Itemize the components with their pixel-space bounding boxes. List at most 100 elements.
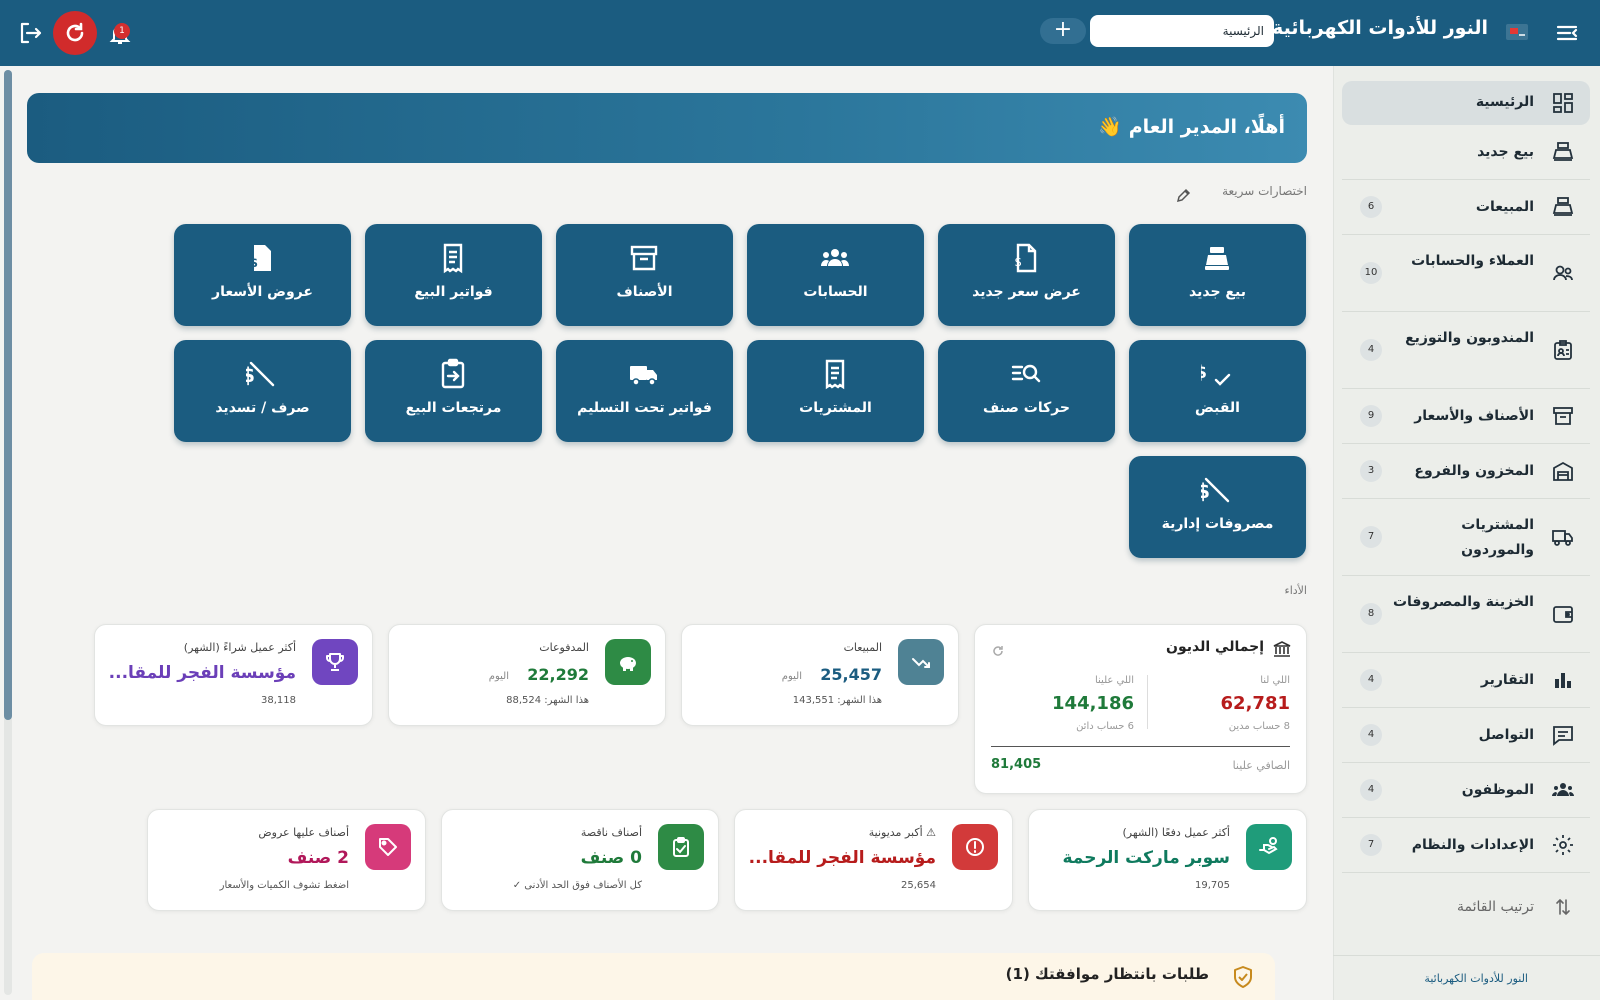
net-label: الصافي علينا [1232, 759, 1290, 772]
top-buyer-label: أكثر عميل شراءً (الشهر) [183, 641, 296, 654]
top-debt-card[interactable]: ⚠ أكبر مديونية مؤسسة الفجر للمقا... 25,6… [734, 809, 1013, 911]
top-debt-name: مؤسسة الفجر للمقا... [748, 848, 936, 868]
sales-month: هذا الشهر: 143,551 [792, 695, 882, 706]
sales-unit: اليوم [781, 671, 802, 682]
team-icon [1552, 779, 1574, 801]
payments-month: هذا الشهر: 88,524 [506, 695, 589, 706]
page-search-input[interactable] [1090, 15, 1274, 47]
sidebar-item-customers[interactable]: العملاء والحسابات 10 [1342, 235, 1590, 312]
offers-label: أصناف عليها عروض [258, 826, 349, 839]
sidebar-item-home[interactable]: الرئيسية [1342, 81, 1590, 125]
shortcut-admin-expenses[interactable]: $ مصروفات إدارية [1129, 456, 1306, 558]
sort-arrows-icon [1552, 896, 1574, 918]
tag-icon [365, 824, 411, 870]
owed-to-us-sub: 8 حساب مدين [1228, 721, 1290, 732]
cash-register-icon [1552, 196, 1574, 218]
shield-check-icon [1231, 965, 1255, 989]
truck-icon [628, 358, 660, 390]
logout-icon[interactable] [18, 21, 44, 45]
sales-card[interactable]: المبيعات 25,457 اليوم هذا الشهر: 143,551 [681, 624, 959, 726]
shortcut-sales-returns[interactable]: مرتجعات البيع [365, 340, 542, 442]
svg-text:$: $ [1014, 255, 1022, 269]
payments-label: المدفوعات [539, 641, 589, 654]
count-badge: 4 [1360, 669, 1382, 691]
add-button[interactable]: + [1040, 18, 1086, 44]
pending-approvals-panel[interactable]: طلبات بانتظار موافقتك (1) [32, 953, 1275, 1000]
sidebar-item-new-sale[interactable]: بيع جديد [1342, 125, 1590, 180]
cash-register-icon [1552, 141, 1574, 163]
dashboard-grid-icon [1552, 92, 1574, 114]
scrollbar-thumb[interactable] [4, 70, 12, 720]
shortcut-new-quote[interactable]: $ عرض سعر جديد [938, 224, 1115, 326]
owed-to-us-value: 62,781 [1220, 693, 1290, 714]
edit-shortcuts-icon[interactable] [1175, 188, 1191, 204]
message-icon [1552, 724, 1574, 746]
shortcut-purchases[interactable]: المشتريات [747, 340, 924, 442]
top-buyer-card[interactable]: أكثر عميل شراءً (الشهر) مؤسسة الفجر للمق… [94, 624, 373, 726]
top-payer-card[interactable]: أكثر عميل دفعًا (الشهر) سوبر ماركت الرحم… [1028, 809, 1307, 911]
bank-icon [1272, 639, 1292, 659]
shortcut-accounts[interactable]: الحسابات [747, 224, 924, 326]
welcome-banner: أهلًا، المدير العام 👋 [27, 93, 1307, 163]
low-stock-count: 0 صنف [580, 848, 642, 868]
app-title: النور للأدوات الكهربائية [1272, 17, 1488, 39]
sidebar-item-reps[interactable]: المندوبون والتوزيع 4 [1342, 312, 1590, 389]
welcome-text: أهلًا، المدير العام 👋 [1098, 116, 1285, 138]
shortcut-sales-invoices[interactable]: فواتير البيع [365, 224, 542, 326]
sidebar-item-treasury[interactable]: الخزينة والمصروفات 8 [1342, 576, 1590, 653]
sidebar-item-employees[interactable]: الموظفون 4 [1342, 763, 1590, 818]
warehouse-icon [1552, 460, 1574, 482]
count-badge: 4 [1360, 724, 1382, 746]
sidebar-item-purchases[interactable]: المشتريات والموردون 7 [1342, 499, 1590, 576]
low-stock-card[interactable]: أصناف ناقصة 0 صنف كل الأصناف فوق الحد ال… [441, 809, 719, 911]
offers-note: اضغط تشوف الكميات والأسعار [219, 880, 349, 891]
shortcut-new-sale[interactable]: بيع جديد [1129, 224, 1306, 326]
approvals-title: طلبات بانتظار موافقتك (1) [1005, 965, 1209, 983]
sidebar-item-sales[interactable]: المبيعات 6 [1342, 180, 1590, 235]
clipboard-check-icon [658, 824, 704, 870]
count-badge: 9 [1360, 405, 1382, 427]
piggy-bank-icon [605, 639, 651, 685]
sidebar-item-reports[interactable]: التقارير 4 [1342, 653, 1590, 708]
notification-badge: 1 [114, 23, 130, 39]
low-stock-note: كل الأصناف فوق الحد الأدنى ✓ [512, 880, 642, 891]
payments-card[interactable]: المدفوعات 22,292 اليوم هذا الشهر: 88,524 [388, 624, 666, 726]
payments-unit: اليوم [488, 671, 509, 682]
sidebar-item-communication[interactable]: التواصل 4 [1342, 708, 1590, 763]
count-badge: 6 [1360, 196, 1382, 218]
app-logo [1504, 20, 1530, 44]
count-badge: 7 [1360, 834, 1382, 856]
count-badge: 3 [1360, 460, 1382, 482]
refresh-button[interactable] [53, 11, 97, 55]
total-debts-card[interactable]: إجمالي الديون اللي لنا 62,781 8 حساب مدي… [974, 624, 1307, 794]
trend-down-icon [898, 639, 944, 685]
owed-to-us-label: اللي لنا [1260, 675, 1290, 686]
shortcut-receipts[interactable]: $ القبض [1129, 340, 1306, 442]
top-payer-label: أكثر عميل دفعًا (الشهر) [1122, 826, 1230, 839]
refresh-icon[interactable] [991, 643, 1005, 657]
sidebar-item-inventory[interactable]: المخزون والفروع 3 [1342, 444, 1590, 499]
sidebar-item-items-prices[interactable]: الأصناف والأسعار 9 [1342, 389, 1590, 444]
offers-card[interactable]: أصناف عليها عروض 2 صنف اضغط تشوف الكميات… [147, 809, 426, 911]
debts-title: إجمالي الديون [1166, 639, 1264, 655]
quote-file-icon: $ [1010, 242, 1042, 274]
shortcuts-heading: اختصارات سريعة [1222, 184, 1307, 198]
sort-menu-button[interactable]: ترتيب القائمة [1342, 887, 1590, 927]
clipboard-users-icon [1552, 339, 1574, 361]
dollar-slash-icon: $ [1196, 474, 1233, 506]
archive-box-icon [1552, 405, 1574, 427]
count-badge: 7 [1360, 526, 1382, 548]
shortcut-items[interactable]: الأصناف [556, 224, 733, 326]
divider [991, 746, 1290, 747]
menu-collapse-icon[interactable] [1554, 20, 1580, 46]
shortcut-payments[interactable]: $ صرف / تسديد [174, 340, 351, 442]
sidebar-item-settings[interactable]: الإعدادات والنظام 7 [1342, 818, 1590, 873]
shortcut-item-movements[interactable]: حركات صنف [938, 340, 1115, 442]
shortcut-price-quotes[interactable]: $ عروض الأسعار [174, 224, 351, 326]
sort-menu-label: ترتيب القائمة [1457, 899, 1534, 915]
payments-value: 22,292 [527, 665, 589, 684]
sidebar: الرئيسية بيع جديد المبيعات 6 العملاء وال… [1333, 66, 1600, 1000]
divider [1147, 675, 1148, 729]
wallet-icon [1552, 603, 1574, 625]
shortcut-pending-delivery[interactable]: فواتير تحت التسليم [556, 340, 733, 442]
